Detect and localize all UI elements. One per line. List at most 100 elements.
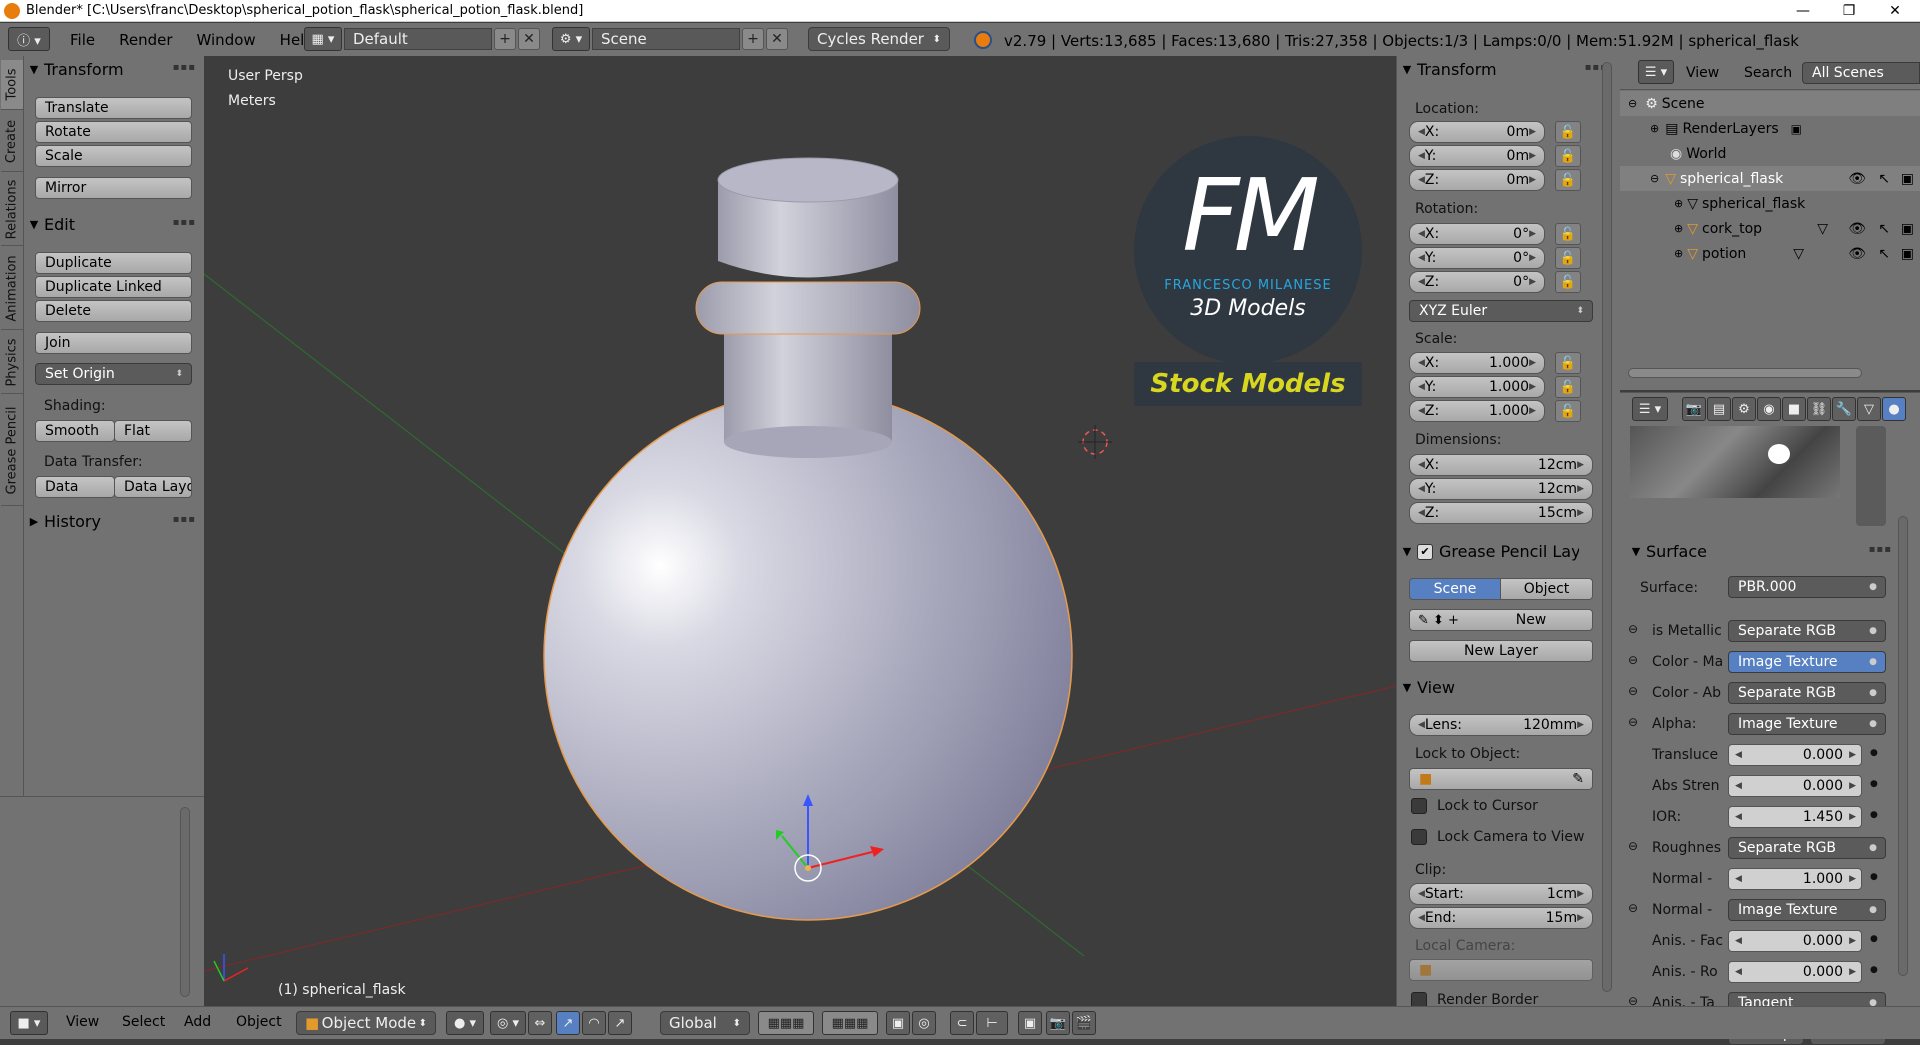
location-z-field[interactable]: ◀ Z: 0m ▶ (1409, 169, 1545, 191)
select-arrow-icon[interactable]: ↖ (1878, 171, 1890, 187)
eyedropper-icon[interactable]: ✎ (1572, 771, 1584, 787)
lock-icon[interactable]: 🔓 (1555, 376, 1581, 398)
mirror-button[interactable]: Mirror (35, 177, 192, 199)
edit-panel-header[interactable]: ▼ Edit ▪▪▪ (24, 215, 204, 234)
translate-manipulator-icon[interactable]: ↗ (556, 1011, 580, 1035)
surface-input-slider[interactable]: ◀ 0.000 ▶ (1728, 775, 1862, 797)
scale-x-field[interactable]: ◀ X: 1.000 ▶ (1409, 352, 1545, 374)
surface-input-slider[interactable]: ◀ 1.450 ▶ (1728, 806, 1862, 828)
socket-icon[interactable]: ● (1870, 779, 1878, 789)
lock-icon[interactable]: 🔓 (1555, 121, 1581, 143)
scale-manipulator-icon[interactable]: ↗ (608, 1011, 632, 1035)
rotation-z-field[interactable]: ◀ Z: 0° ▶ (1409, 271, 1545, 293)
tab-animation[interactable]: Animation (1, 248, 23, 330)
screen-layout-icon[interactable]: ▦ ▾ (304, 27, 342, 51)
lock-icon[interactable]: 🔓 (1555, 271, 1581, 293)
menu-object[interactable]: Object (236, 1014, 282, 1030)
menu-select[interactable]: Select (122, 1014, 165, 1030)
tab-physics[interactable]: Physics (1, 332, 23, 394)
data-button[interactable]: Data (35, 476, 115, 498)
collapse-icon[interactable]: ⊖ (1650, 172, 1659, 185)
delete-button[interactable]: Delete (35, 300, 192, 322)
object-tab-icon[interactable]: ■ (1782, 397, 1806, 421)
scene-icon[interactable]: ⚙ ▾ (552, 27, 590, 51)
orientation-dropdown[interactable]: Global ⬍ (660, 1011, 750, 1035)
dimension-y-field[interactable]: ◀ Y: 12cm ▶ (1409, 478, 1593, 500)
surface-input-node-field[interactable]: Separate RGB ● (1728, 837, 1886, 859)
outliner-row-cork-top[interactable]: ⊕ ▽ cork_top ▽ 👁 ↖ ▣ (1620, 216, 1920, 241)
editor-type-3dview-icon[interactable]: ■ ▾ (10, 1011, 48, 1035)
remove-layout-button[interactable]: ✕ (518, 28, 540, 50)
minimize-button[interactable]: — (1780, 0, 1826, 22)
renderlayers-tab-icon[interactable]: ▤ (1707, 397, 1731, 421)
transform-panel-header[interactable]: ▼ Transform ▪▪▪ (24, 60, 204, 79)
lock-icon[interactable]: 🔓 (1555, 352, 1581, 374)
n-transform-header[interactable]: ▼ Transform ▪▪▪ (1397, 60, 1620, 79)
socket-icon[interactable]: ● (1870, 872, 1878, 882)
render-engine-dropdown[interactable]: Cycles Render ⬍ (808, 27, 950, 51)
manipulator-toggle-icon[interactable]: ⇔ (528, 1011, 552, 1035)
lock-camera-checkbox[interactable] (1411, 829, 1427, 845)
outliner-hscrollbar[interactable] (1628, 368, 1862, 378)
proportional-edit-icon[interactable]: ◎ (912, 1011, 936, 1035)
world-tab-icon[interactable]: ◉ (1757, 397, 1781, 421)
link-node-icon[interactable]: ⊖ (1628, 839, 1638, 853)
preview-type-buttons[interactable] (1856, 426, 1886, 526)
join-button[interactable]: Join (35, 332, 192, 354)
visibility-eye-icon[interactable]: 👁 (1848, 171, 1866, 187)
visibility-eye-icon[interactable]: 👁 (1848, 221, 1866, 237)
visibility-eye-icon[interactable]: 👁 (1848, 246, 1866, 262)
grip-icon[interactable]: ▪▪▪ (173, 62, 196, 73)
constraints-tab-icon[interactable]: ⛓ (1807, 397, 1831, 421)
render-camera-icon[interactable]: ▣ (1901, 221, 1914, 237)
surface-input-node-field[interactable]: Separate RGB ● (1728, 682, 1886, 704)
layer-lock-icon[interactable]: ▣ (886, 1011, 910, 1035)
lock-icon[interactable]: 🔓 (1555, 247, 1581, 269)
surface-input-slider[interactable]: ◀ 1.000 ▶ (1728, 868, 1862, 890)
outliner-row-renderlayers[interactable]: ⊕ ▤ RenderLayers ▣ (1620, 116, 1920, 141)
outliner-row-scene[interactable]: ⊖ ⚙ Scene (1620, 91, 1920, 116)
close-window-button[interactable]: ✕ (1872, 0, 1918, 22)
clip-end-field[interactable]: ◀ End: 15m ▶ (1409, 907, 1593, 929)
3d-cursor-icon[interactable] (1078, 425, 1112, 459)
snap-element-icon[interactable]: ⊢ (976, 1011, 1008, 1035)
menu-window[interactable]: Window (185, 31, 268, 49)
outliner-editor-icon[interactable]: ☰ ▾ (1638, 60, 1674, 84)
rotate-button[interactable]: Rotate (35, 121, 192, 143)
tab-tools[interactable]: Tools (1, 60, 23, 110)
opengl-render-icon[interactable]: ▣ (1018, 1011, 1042, 1035)
remove-scene-button[interactable]: ✕ (766, 28, 788, 50)
modifiers-tab-icon[interactable]: 🔧 (1832, 397, 1856, 421)
surface-panel-header[interactable]: ▼ Surface ▪▪▪ (1620, 542, 1920, 561)
data-layout-button[interactable]: Data Layo (114, 476, 192, 498)
lock-icon[interactable]: 🔓 (1555, 400, 1581, 422)
dimension-z-field[interactable]: ◀ Z: 15cm ▶ (1409, 502, 1593, 524)
scale-button[interactable]: Scale (35, 145, 192, 167)
view-panel-header[interactable]: ▼ View (1397, 678, 1620, 697)
lock-object-field[interactable]: ■ ✎ (1409, 768, 1593, 790)
display-mode-dropdown[interactable]: All Scenes (1802, 62, 1920, 84)
maximize-button[interactable]: ❐ (1826, 0, 1872, 22)
snap-toggle-icon[interactable]: ⊂ (950, 1011, 974, 1035)
scale-z-field[interactable]: ◀ Z: 1.000 ▶ (1409, 400, 1545, 422)
select-arrow-icon[interactable]: ↖ (1878, 246, 1890, 262)
duplicate-button[interactable]: Duplicate (35, 252, 192, 274)
outliner-row-potion[interactable]: ⊕ ▽ potion ▽ 👁 ↖ ▣ (1620, 241, 1920, 266)
dimension-x-field[interactable]: ◀ X: 12cm ▶ (1409, 454, 1593, 476)
outliner-row-mesh-data[interactable]: ⊕ ▽ spherical_flask (1620, 191, 1920, 216)
grip-icon[interactable]: ▪▪▪ (173, 514, 196, 525)
expand-icon[interactable]: ⊕ (1674, 247, 1683, 260)
scale-y-field[interactable]: ◀ Y: 1.000 ▶ (1409, 376, 1545, 398)
render-animation-icon[interactable]: 📷 (1046, 1011, 1070, 1035)
outliner-view-menu[interactable]: View (1686, 65, 1719, 81)
render-camera-icon[interactable]: ▣ (1901, 171, 1914, 187)
link-node-icon[interactable]: ⊖ (1628, 684, 1638, 698)
gp-scene-toggle[interactable]: Scene (1409, 578, 1501, 600)
outliner-row-spherical-flask[interactable]: ⊖ ▽ spherical_flask 👁 ↖ ▣ (1620, 166, 1920, 191)
socket-icon[interactable]: ● (1870, 934, 1878, 944)
rotation-mode-dropdown[interactable]: XYZ Euler ⬍ (1409, 300, 1593, 322)
menu-render[interactable]: Render (107, 31, 184, 49)
grease-pencil-header[interactable]: ▼ ✔ Grease Pencil Layer (1397, 542, 1620, 561)
scene-layers-a-icon[interactable]: ▦▦▦ (758, 1011, 814, 1035)
rotation-y-field[interactable]: ◀ Y: 0° ▶ (1409, 247, 1545, 269)
